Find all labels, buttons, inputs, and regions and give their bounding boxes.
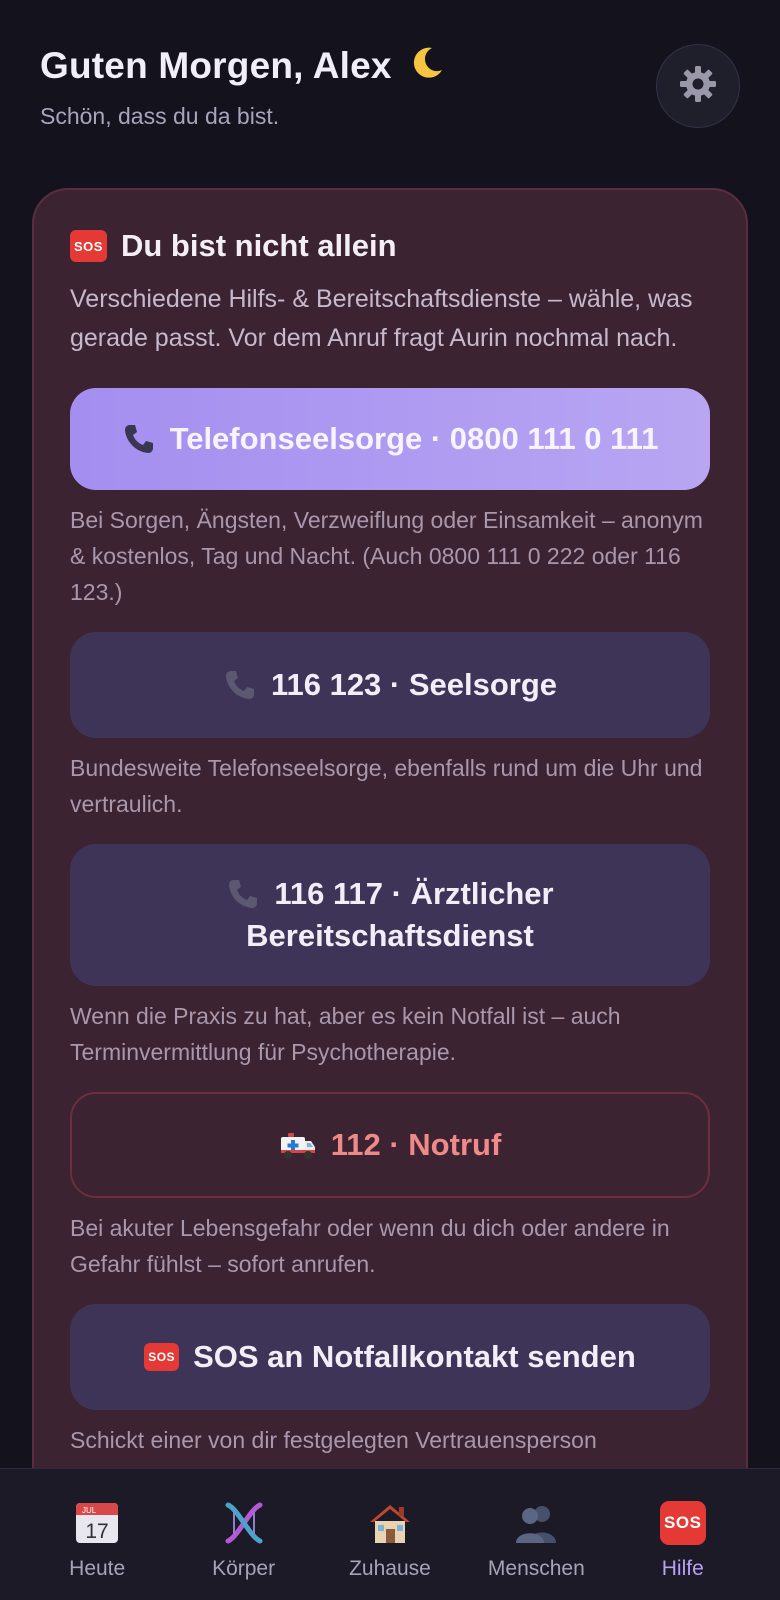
notruf-112-label: 112 · Notruf [330, 1127, 502, 1162]
nav-item-koerper[interactable]: Körper [174, 1499, 314, 1600]
settings-button[interactable] [656, 44, 740, 128]
telefonseelsorge-call-button[interactable]: Telefonseelsorge · 0800 111 0 111 [70, 388, 710, 490]
bereitschaftsdienst-label-line2: Bereitschaftsdienst [246, 918, 534, 953]
calendar-month: JUL [82, 1506, 97, 1515]
card-title: Du bist nicht allein [120, 228, 397, 263]
nav-label-heute: Heute [69, 1557, 126, 1580]
sos-notfallkontakt-label: SOS an Notfallkontakt senden [193, 1339, 636, 1374]
seelsorge-116123-help: Bundesweite Telefonseelsorge, ebenfalls … [70, 755, 703, 817]
card-description: Verschiedene Hilfs- & Bereitschaftsdiens… [70, 285, 693, 352]
phone-icon [122, 422, 156, 456]
greeting-row: Guten Morgen, Alex [40, 44, 740, 91]
sos-notfallkontakt-button[interactable]: SOS SOS an Notfallkontakt senden [70, 1304, 710, 1410]
phone-icon [226, 877, 260, 911]
bereitschaftsdienst-label-row: 116 117 · Ärztlicher [226, 873, 554, 915]
gear-icon [678, 64, 718, 109]
nav-label-koerper: Körper [212, 1557, 276, 1580]
sos-nav-badge: SOS [659, 1501, 706, 1545]
sos-icon: SOS [659, 1499, 707, 1547]
seelsorge-116123-call-button[interactable]: 116 123 · Seelsorge [70, 632, 710, 738]
bottom-nav: JUL 17 Heute Körper Zuhause Menschen SOS… [0, 1468, 780, 1600]
notruf-112-call-button[interactable]: 112 · Notruf [70, 1092, 710, 1198]
telefonseelsorge-label: Telefonseelsorge · 0800 111 0 111 [169, 421, 659, 456]
bereitschaftsdienst-help: Wenn die Praxis zu hat, aber es kein Not… [70, 1003, 621, 1065]
greeting-subtitle: Schön, dass du da bist. [40, 103, 280, 129]
app-screen: Guten Morgen, Alex Schön, dass du da bis… [0, 0, 780, 1600]
nav-label-hilfe: Hilfe [661, 1557, 704, 1580]
house-icon [366, 1499, 414, 1547]
nav-item-heute[interactable]: JUL 17 Heute [27, 1499, 167, 1600]
nav-item-zuhause[interactable]: Zuhause [320, 1499, 460, 1600]
calendar-icon: JUL 17 [73, 1499, 121, 1547]
telefonseelsorge-help: Bei Sorgen, Ängsten, Verzweiflung oder E… [70, 507, 703, 605]
header: Guten Morgen, Alex Schön, dass du da bis… [0, 0, 780, 160]
notruf-112-help: Bei akuter Lebensgefahr oder wenn du dic… [70, 1215, 670, 1277]
ambulance-icon [279, 1128, 317, 1162]
sos-icon: SOS [70, 230, 107, 262]
seelsorge-116123-label: 116 123 · Seelsorge [270, 667, 558, 702]
sos-icon: SOS [144, 1343, 180, 1371]
card-title-row: SOS Du bist nicht allein [70, 228, 710, 264]
calendar-day: 17 [86, 1520, 109, 1543]
people-icon [512, 1499, 560, 1547]
moon-icon [408, 44, 446, 91]
nav-item-hilfe[interactable]: SOS Hilfe [613, 1499, 753, 1600]
dna-icon [220, 1499, 268, 1547]
sos-notfallkontakt-help: Schickt einer von dir festgelegten Vertr… [70, 1427, 597, 1453]
phone-icon [223, 668, 257, 702]
nav-label-zuhause: Zuhause [349, 1557, 431, 1580]
bereitschaftsdienst-call-button[interactable]: 116 117 · Ärztlicher Bereitschaftsdienst [70, 844, 710, 986]
nav-label-menschen: Menschen [487, 1557, 585, 1580]
bereitschaftsdienst-label-line1: 116 117 · Ärztlicher [274, 876, 554, 911]
nav-item-menschen[interactable]: Menschen [466, 1499, 606, 1600]
help-card: SOS Du bist nicht allein Verschiedene Hi… [32, 188, 748, 1600]
greeting-text: Guten Morgen, Alex [40, 45, 392, 86]
